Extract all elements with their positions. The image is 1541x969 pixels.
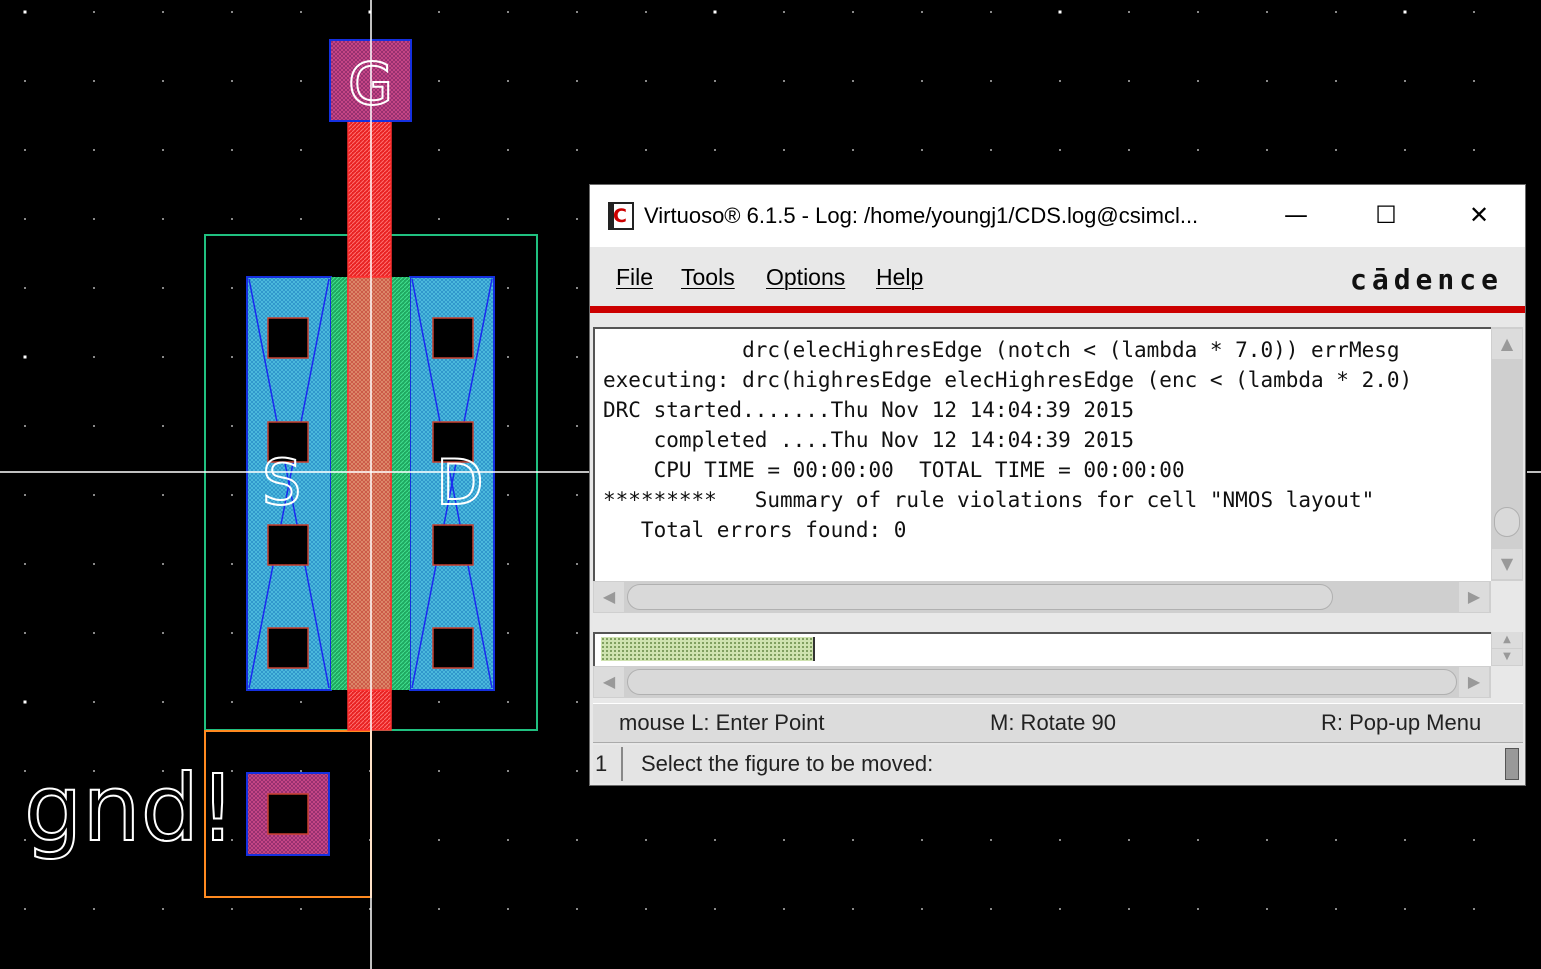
poly-diffusion-overlap (347, 276, 392, 691)
status-mouse-right: R: Pop-up Menu (1321, 710, 1482, 735)
menu-help[interactable]: Help (876, 264, 923, 291)
menu-options[interactable]: Options (766, 264, 845, 291)
log-line: CPU TIME = 00:00:00 TOTAL TIME = 00:00:0… (603, 458, 1185, 482)
brand-divider (590, 306, 1525, 313)
status-mouse-left: mouse L: Enter Point (619, 710, 825, 735)
menu-tools[interactable]: Tools (681, 264, 735, 291)
prompt-resize-handle[interactable] (1505, 748, 1519, 780)
scroll-right-icon[interactable]: ▶ (1459, 582, 1489, 612)
cadence-logo: cādence (1349, 263, 1503, 296)
menu-file[interactable]: File (616, 264, 653, 291)
log-line: Total errors found: 0 (603, 518, 907, 542)
drain-pin-label: D (436, 446, 484, 519)
prompt-bar: 1 Select the figure to be moved: (593, 745, 1523, 783)
log-line: DRC started.......Thu Nov 12 14:04:39 20… (603, 398, 1135, 422)
command-scroll-left-icon[interactable]: ◀ (594, 667, 624, 697)
log-line: executing: drc(highresEdge elecHighresEd… (603, 368, 1413, 392)
log-output[interactable]: drc(elecHighresEdge (notch < (lambda * 7… (593, 327, 1491, 581)
status-mouse-middle: M: Rotate 90 (990, 710, 1116, 735)
close-button[interactable]: ✕ (1456, 193, 1502, 237)
vertical-scroll-thumb[interactable] (1494, 507, 1520, 537)
prompt-divider (621, 747, 623, 781)
prompt-text: Select the figure to be moved: (641, 751, 934, 776)
command-vertical-scrollbar[interactable]: ▲ ▼ (1491, 632, 1523, 666)
maximize-button[interactable]: ☐ (1363, 193, 1409, 237)
cadence-c-icon: C (608, 202, 634, 230)
command-scroll-right-icon[interactable]: ▶ (1459, 667, 1489, 697)
gnd-net-label: gnd! (24, 755, 236, 862)
gate-pin-label: G (348, 50, 393, 118)
command-horizontal-scrollbar[interactable]: ◀ ▶ (593, 666, 1491, 698)
log-line: drc(elecHighresEdge (notch < (lambda * 7… (603, 338, 1400, 362)
log-line: completed ....Thu Nov 12 14:04:39 2015 (603, 428, 1135, 452)
log-horizontal-scrollbar[interactable]: ◀ ▶ (593, 581, 1491, 613)
gnd-pad-contact (267, 793, 309, 835)
command-scroll-up-icon[interactable]: ▲ (1492, 632, 1522, 648)
scroll-down-icon[interactable]: ▼ (1492, 549, 1522, 579)
log-window: C Virtuoso® 6.1.5 - Log: /home/youngj1/C… (589, 184, 1526, 786)
menu-bar: File Tools Options Help cādence (590, 247, 1525, 305)
command-horizontal-scroll-thumb[interactable] (627, 669, 1457, 695)
scroll-up-icon[interactable]: ▲ (1492, 329, 1522, 359)
command-input-selection (601, 637, 815, 661)
horizontal-scroll-thumb[interactable] (627, 584, 1333, 610)
window-title: Virtuoso® 6.1.5 - Log: /home/youngj1/CDS… (644, 203, 1199, 228)
command-scroll-down-icon[interactable]: ▼ (1492, 649, 1522, 665)
scroll-left-icon[interactable]: ◀ (594, 582, 624, 612)
prompt-number: 1 (595, 751, 608, 776)
title-bar[interactable]: C Virtuoso® 6.1.5 - Log: /home/youngj1/C… (590, 185, 1525, 247)
mouse-status-bar: mouse L: Enter Point M: Rotate 90 R: Pop… (593, 703, 1523, 743)
command-input[interactable] (593, 632, 1491, 666)
source-pin-label: S (262, 446, 301, 519)
log-vertical-scrollbar[interactable]: ▲ ▼ (1491, 327, 1523, 581)
minimize-button[interactable]: — (1273, 193, 1319, 237)
log-line: ********* Summary of rule violations for… (603, 488, 1375, 512)
